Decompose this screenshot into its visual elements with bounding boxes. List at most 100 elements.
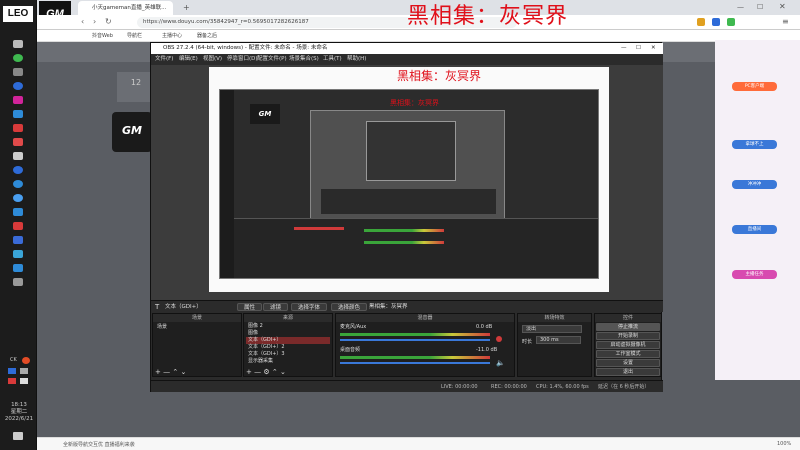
app-icon-blue-4[interactable] — [13, 194, 23, 202]
app-icon-gray[interactable] — [13, 68, 23, 76]
nested-meter-1 — [364, 229, 444, 232]
new-tab-icon[interactable]: + — [183, 3, 190, 12]
menu-view[interactable]: 视图(V) — [203, 54, 222, 65]
monitor-icon[interactable] — [13, 40, 23, 48]
app-icon-blue-2[interactable] — [13, 166, 23, 174]
menu-edit[interactable]: 编辑(E) — [179, 54, 198, 65]
source-item[interactable]: 文本（GDI+）3 — [246, 351, 330, 358]
mixer-slider-2[interactable] — [340, 362, 490, 364]
menu-icon[interactable]: ≡ — [782, 17, 789, 26]
add-icon[interactable]: + — [246, 368, 252, 376]
add-icon[interactable]: + — [155, 368, 161, 376]
app-icon-red[interactable] — [13, 124, 23, 132]
source-item[interactable]: 显示器采集 — [246, 358, 330, 365]
bookmark-item[interactable]: 抖音Web — [92, 32, 113, 40]
tray-icon-3[interactable] — [8, 378, 16, 384]
start-recording-button[interactable]: 开始录制 — [596, 332, 660, 340]
clock[interactable]: 18:13 星期二 2022/6/21 — [2, 402, 36, 423]
scenes-dock-title: 场景 — [153, 314, 241, 322]
select-color-button[interactable]: 选择颜色 — [331, 303, 368, 311]
gear-icon[interactable]: ⚙ — [263, 368, 269, 376]
ime-icon[interactable] — [22, 357, 30, 364]
app-icon-blue[interactable] — [13, 82, 23, 90]
app-icon-teal[interactable] — [13, 250, 23, 258]
source-item-selected[interactable]: 文本（GDI+） — [246, 337, 330, 344]
star-icon[interactable] — [13, 208, 23, 216]
source-item[interactable]: 图像 2 — [246, 323, 330, 330]
bookmark-item[interactable]: 主播中心 — [162, 32, 182, 40]
app-icon-blue-6[interactable] — [13, 264, 23, 272]
notification-icon[interactable] — [13, 432, 23, 440]
menu-tools[interactable]: 工具(T) — [323, 54, 342, 65]
obs-status-bar: LIVE: 00:00:00 REC: 00:00:00 CPU: 1.4%, … — [151, 380, 663, 392]
refresh-icon[interactable]: ↻ — [105, 17, 112, 26]
app-icon-white[interactable] — [13, 152, 23, 160]
virtual-camera-button[interactable]: 启动虚拟摄像机 — [596, 341, 660, 349]
app-icon-magenta[interactable] — [13, 96, 23, 104]
app-icon-green[interactable] — [13, 54, 23, 62]
obs-minimize-icon[interactable]: — — [621, 43, 627, 54]
close-icon[interactable]: ✕ — [779, 2, 786, 11]
remove-icon[interactable]: — — [254, 368, 261, 376]
properties-button[interactable]: 属性 — [237, 303, 263, 311]
app-icon-blue-5[interactable] — [13, 236, 23, 244]
preview-canvas[interactable]: 黑相集：灰冥界 黑相集：灰冥界 GM — [209, 67, 609, 292]
down-icon[interactable]: ⌄ — [280, 368, 286, 376]
scene-item[interactable]: 场景 — [155, 324, 239, 331]
up-icon[interactable]: ⌃ — [272, 368, 278, 376]
remove-icon[interactable]: — — [163, 368, 170, 376]
app-icon-red-2[interactable] — [13, 138, 23, 146]
extension-icon-1[interactable] — [697, 18, 705, 26]
mute-icon[interactable] — [496, 336, 502, 342]
bookmark-item[interactable]: 器备之后 — [197, 32, 217, 40]
menu-scene-collection[interactable]: 场景集合(S) — [289, 54, 319, 65]
exit-button[interactable]: 退出 — [596, 368, 660, 376]
up-icon[interactable]: ⌃ — [172, 368, 178, 376]
back-icon[interactable]: ‹ — [81, 17, 84, 26]
obs-titlebar: OBS 27.2.4 (64-bit, windows) - 配置文件: 未命名… — [151, 43, 663, 54]
forward-icon[interactable]: › — [93, 17, 96, 26]
source-item[interactable]: 文本（GDI+）2 — [246, 344, 330, 351]
speaker-icon[interactable]: 🔈 — [496, 359, 505, 367]
minimize-icon[interactable]: — — [737, 3, 744, 11]
app-icon-cyan[interactable] — [13, 110, 23, 118]
obs-maximize-icon[interactable]: ☐ — [636, 43, 641, 54]
tray-icon-2[interactable] — [20, 368, 28, 374]
duration-label: 时长 — [522, 339, 533, 345]
source-item[interactable]: 图像 — [246, 330, 330, 337]
tray-icon-1[interactable] — [8, 368, 16, 374]
menu-docks[interactable]: 停靠窗口(D) — [227, 54, 258, 65]
right-button-3[interactable]: 直播间 — [732, 225, 777, 234]
extension-icon-3[interactable] — [727, 18, 735, 26]
status-left-text[interactable]: 全新版导航交互优 直播福利来袭 — [63, 441, 135, 448]
maximize-icon[interactable]: ☐ — [757, 3, 763, 11]
right-button-4[interactable]: 主播任务 — [732, 270, 777, 279]
zoom-level[interactable]: 100% — [777, 441, 791, 447]
obs-preview[interactable]: 黑相集：灰冥界 黑相集：灰冥界 GM — [151, 65, 663, 300]
right-button-2[interactable]: 冲冲冲 — [732, 180, 777, 189]
filters-button[interactable]: 滤镜 — [263, 303, 289, 311]
transition-select[interactable]: 淡出 — [522, 325, 582, 333]
app-icon-red-3[interactable] — [13, 222, 23, 230]
app-icon-blue-3[interactable] — [13, 180, 23, 188]
app-icon-gray-2[interactable] — [13, 278, 23, 286]
stop-streaming-button[interactable]: 停止推流 — [596, 323, 660, 331]
leo-logo[interactable]: LEO — [3, 6, 33, 22]
studio-mode-button[interactable]: 工作室模式 — [596, 350, 660, 358]
pc-client-button[interactable]: PC客户端 — [732, 82, 777, 91]
obs-close-icon[interactable]: ✕ — [651, 43, 656, 54]
browser-tab[interactable]: 小天gameman直播_英雄联... — [78, 1, 173, 15]
duration-input[interactable]: 300 ms — [536, 336, 581, 344]
menu-file[interactable]: 文件(F) — [155, 54, 173, 65]
gm-card[interactable]: GM — [112, 112, 152, 152]
volume-icon[interactable] — [20, 378, 28, 384]
menu-help[interactable]: 帮助(H) — [347, 54, 366, 65]
extension-icon-2[interactable] — [712, 18, 720, 26]
menu-profile[interactable]: 配置文件(P) — [257, 54, 287, 65]
select-font-button[interactable]: 选择字体 — [291, 303, 328, 311]
mixer-slider-1[interactable] — [340, 339, 490, 341]
settings-button[interactable]: 设置 — [596, 359, 660, 367]
down-icon[interactable]: ⌄ — [180, 368, 186, 376]
bookmark-item[interactable]: 导航栏 — [127, 32, 142, 40]
right-button-1[interactable]: 拿球不上 — [732, 140, 777, 149]
